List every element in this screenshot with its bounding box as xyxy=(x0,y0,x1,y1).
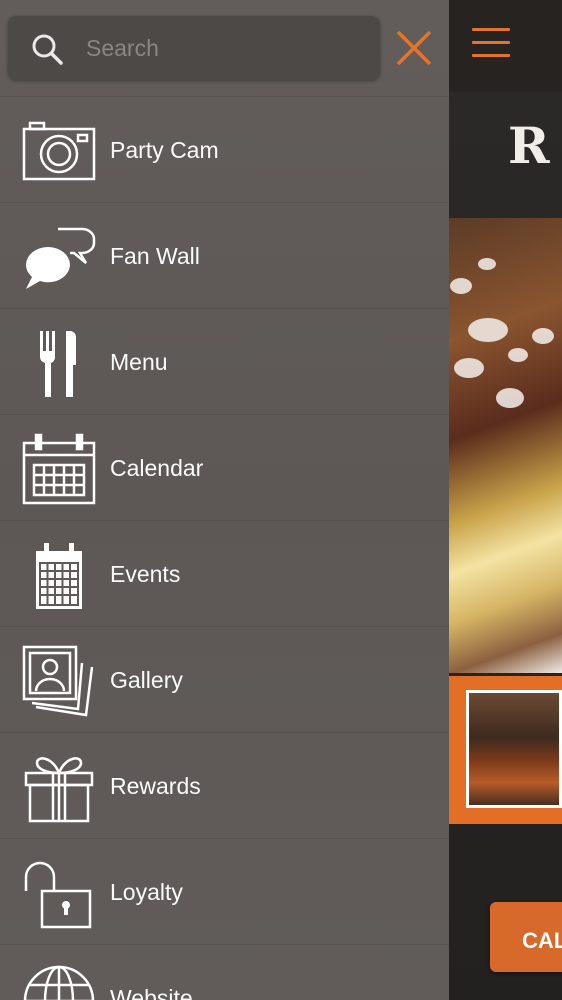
menu-item-website[interactable]: Website xyxy=(0,944,449,1000)
side-drawer: Party Cam Fan Wall Menu Calendar Events … xyxy=(0,0,449,1000)
menu-item-label: Loyalty xyxy=(110,879,183,905)
search-icon xyxy=(30,32,64,66)
gallery-strip xyxy=(448,676,562,824)
menu-item-label: Events xyxy=(110,561,181,587)
menu-item-label: Fan Wall xyxy=(110,243,200,269)
hamburger-menu-icon[interactable] xyxy=(472,28,510,60)
search-bar[interactable] xyxy=(8,16,380,80)
menu-item-calendar[interactable]: Calendar xyxy=(0,414,449,520)
menu-item-menu[interactable]: Menu xyxy=(0,308,449,414)
menu-item-fan-wall[interactable]: Fan Wall xyxy=(0,202,449,308)
bar-photo-thumbnail[interactable] xyxy=(466,690,562,808)
menu-item-rewards[interactable]: Rewards xyxy=(0,732,449,838)
menu-item-label: Website xyxy=(110,985,193,1000)
globe-icon xyxy=(22,963,96,1000)
menu-item-events[interactable]: Events xyxy=(0,520,449,626)
hero-food-image xyxy=(448,218,562,673)
menu-item-loyalty[interactable]: Loyalty xyxy=(0,838,449,944)
menu-item-label: Calendar xyxy=(110,455,204,481)
events-calendar-icon xyxy=(22,539,96,611)
menu-item-label: Gallery xyxy=(110,667,183,693)
photos-icon xyxy=(22,645,96,717)
call-button[interactable]: CAL xyxy=(490,902,562,972)
gift-icon xyxy=(22,751,96,823)
app-logo: R xyxy=(508,116,552,175)
fork-knife-icon xyxy=(22,327,96,399)
chat-bubbles-icon xyxy=(22,221,96,293)
menu-item-label: Party Cam xyxy=(110,137,219,163)
search-input[interactable] xyxy=(86,30,366,66)
menu-item-party-cam[interactable]: Party Cam xyxy=(0,96,449,202)
menu-item-gallery[interactable]: Gallery xyxy=(0,626,449,732)
menu-item-label: Menu xyxy=(110,349,168,375)
camera-icon xyxy=(22,115,96,187)
unlocked-padlock-icon xyxy=(22,857,96,929)
calendar-icon xyxy=(22,433,96,505)
menu-item-label: Rewards xyxy=(110,773,201,799)
close-icon[interactable] xyxy=(394,28,434,68)
